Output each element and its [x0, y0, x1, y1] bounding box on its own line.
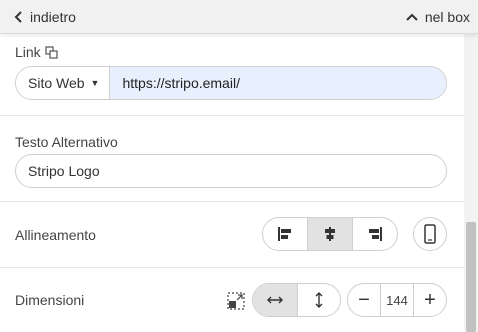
align-center-icon	[325, 227, 335, 241]
vertical-arrows-icon	[315, 292, 323, 308]
alt-text-input[interactable]: Stripo Logo	[15, 154, 447, 188]
dimensions-section: Dimensioni − 144 +	[0, 268, 464, 332]
mobile-phone-icon	[424, 224, 436, 244]
align-left-button[interactable]	[263, 218, 308, 250]
increment-button[interactable]: +	[414, 284, 446, 316]
align-right-button[interactable]	[353, 218, 397, 250]
decrement-button[interactable]: −	[348, 284, 380, 316]
collapse-button[interactable]: nel box	[406, 9, 470, 25]
copy-link-icon[interactable]	[45, 45, 58, 59]
alt-text-label: Testo Alternativo	[15, 134, 118, 150]
caret-down-icon: ▼	[90, 78, 100, 88]
link-type-value: Sito Web	[28, 75, 85, 91]
chevron-left-icon	[14, 10, 22, 23]
back-label: indietro	[30, 8, 76, 25]
dimensions-label: Dimensioni	[15, 292, 85, 308]
horizontal-arrows-icon	[267, 296, 283, 304]
panel-header: indietro nel box	[0, 0, 478, 34]
alignment-label: Allineamento	[15, 227, 96, 243]
settings-panel: Link Sito Web ▼ https://stripo.email/ Te…	[0, 34, 464, 332]
link-label-row: Link	[15, 44, 58, 60]
width-mode-button[interactable]	[253, 284, 298, 316]
alignment-section: Allineamento	[0, 202, 464, 268]
scrollbar-thumb[interactable]	[466, 222, 476, 332]
align-right-icon	[369, 227, 382, 241]
link-type-select[interactable]: Sito Web ▼	[16, 67, 111, 99]
size-value[interactable]: 144	[380, 284, 414, 316]
collapse-label: nel box	[424, 8, 470, 25]
resize-mode-buttons	[252, 283, 341, 317]
size-stepper: − 144 +	[347, 283, 447, 317]
align-left-icon	[278, 227, 291, 241]
back-button[interactable]: indietro	[14, 9, 76, 25]
height-mode-button[interactable]	[298, 284, 340, 316]
alt-text-section: Testo Alternativo Stripo Logo	[0, 116, 464, 202]
link-input-group: Sito Web ▼ https://stripo.email/	[15, 66, 447, 100]
link-label: Link	[15, 44, 41, 60]
alignment-buttons	[262, 217, 398, 251]
align-center-button[interactable]	[308, 218, 353, 250]
link-url-input[interactable]: https://stripo.email/	[110, 67, 446, 99]
chevron-up-icon	[406, 13, 418, 21]
auto-size-icon[interactable]	[227, 292, 245, 310]
mobile-view-button[interactable]	[413, 217, 447, 251]
link-section: Link Sito Web ▼ https://stripo.email/	[0, 34, 464, 116]
